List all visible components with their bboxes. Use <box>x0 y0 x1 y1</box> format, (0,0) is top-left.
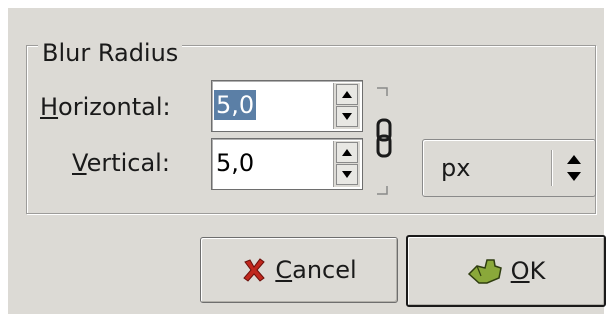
arrow-down-icon <box>342 171 352 178</box>
horizontal-decrement-button[interactable] <box>336 106 358 127</box>
horizontal-label: Horizontal: <box>40 93 171 121</box>
vertical-spin-arrows <box>333 141 360 187</box>
vertical-label: Vertical: <box>72 149 170 177</box>
vertical-decrement-button[interactable] <box>336 164 358 185</box>
cancel-button[interactable]: Cancel <box>200 237 398 303</box>
ok-label: OK <box>510 257 546 285</box>
blur-radius-title: Blur Radius <box>38 38 183 68</box>
ok-hand-icon <box>467 256 503 286</box>
cancel-label: Cancel <box>275 256 357 284</box>
chain-link-icon <box>376 87 392 195</box>
unit-separator <box>551 150 552 186</box>
x-cross-icon <box>241 257 267 283</box>
arrow-up-icon <box>342 91 352 98</box>
arrow-up-icon <box>342 149 352 156</box>
vertical-spinbutton[interactable]: 5,0 <box>211 138 363 190</box>
horizontal-spinbutton[interactable]: 5,0 <box>211 80 363 132</box>
chain-link-button[interactable] <box>373 86 397 196</box>
up-down-arrows-icon <box>567 155 581 181</box>
vertical-value[interactable]: 5,0 <box>216 148 254 178</box>
unit-selector[interactable]: px <box>422 139 596 197</box>
horizontal-spin-arrows <box>333 83 360 129</box>
vertical-increment-button[interactable] <box>336 142 358 163</box>
horizontal-value[interactable]: 5,0 <box>214 90 257 120</box>
ok-button[interactable]: OK <box>406 235 606 307</box>
horizontal-increment-button[interactable] <box>336 84 358 105</box>
unit-selected-value: px <box>441 154 471 182</box>
blur-dialog: Blur Radius Horizontal: 5,0 Vertical: 5,… <box>8 8 606 314</box>
arrow-down-icon <box>342 113 352 120</box>
